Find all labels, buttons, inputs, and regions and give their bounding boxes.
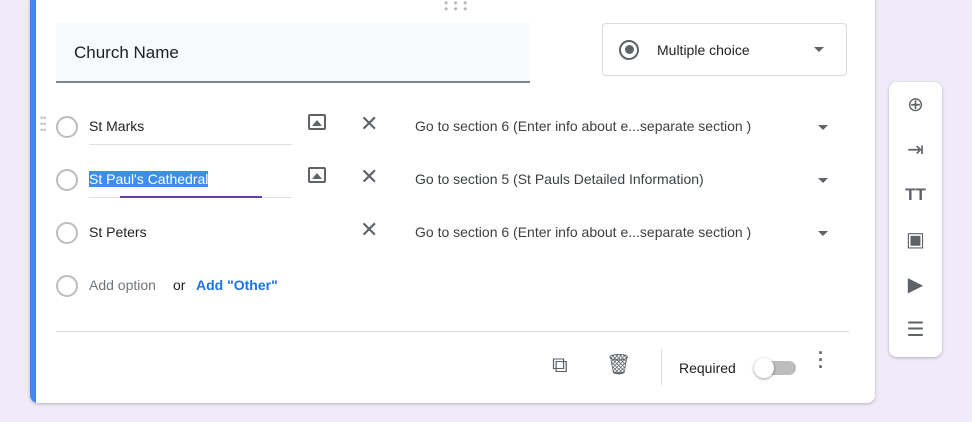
divider — [56, 331, 849, 332]
divider — [661, 349, 662, 385]
close-icon[interactable]: ✕ — [360, 164, 378, 190]
add-option-button[interactable]: Add option — [89, 277, 156, 293]
radio-circle — [56, 222, 78, 244]
add-title-icon[interactable]: TT — [889, 172, 942, 217]
option-row: •• •• •• St Marks ✕ Go to section 6 (Enter… — [30, 107, 875, 147]
trash-icon[interactable]: 🗑 — [606, 352, 631, 377]
chevron-down-icon[interactable] — [818, 178, 828, 183]
add-option-row: Add option or Add "Other" — [30, 266, 875, 306]
divider — [89, 144, 292, 145]
radio-circle — [56, 169, 78, 191]
add-section-icon[interactable]: ☰ — [889, 307, 942, 352]
add-video-icon[interactable]: ▶ — [889, 262, 942, 307]
add-image-icon[interactable]: ▣ — [889, 217, 942, 262]
duplicate-icon[interactable]: ⧉ — [552, 352, 568, 378]
chevron-down-icon[interactable] — [818, 125, 828, 130]
import-questions-icon[interactable]: ⇥ — [889, 127, 942, 172]
required-toggle[interactable] — [754, 358, 796, 378]
or-text: or — [173, 277, 186, 293]
option-row: St Paul's Cathedral ✕ Go to section 5 (S… — [30, 160, 875, 200]
drag-handle-icon[interactable]: • • • • • • — [444, 0, 468, 15]
chevron-down-icon[interactable] — [818, 231, 828, 236]
radio-icon — [619, 39, 639, 60]
image-icon[interactable] — [308, 167, 326, 183]
question-title-input[interactable]: Church Name — [56, 23, 530, 83]
radio-circle — [56, 275, 78, 297]
required-label: Required — [679, 360, 736, 376]
section-select[interactable]: Go to section 6 (Enter info about e...se… — [415, 118, 751, 134]
radio-circle — [56, 116, 78, 138]
section-select[interactable]: Go to section 6 (Enter info about e...se… — [415, 224, 751, 240]
section-select[interactable]: Go to section 5 (St Pauls Detailed Infor… — [415, 171, 704, 187]
option-input[interactable]: St Marks — [89, 118, 144, 134]
option-row: St Peters ✕ Go to section 6 (Enter info … — [30, 213, 875, 253]
close-icon[interactable]: ✕ — [360, 217, 378, 243]
image-icon[interactable] — [308, 114, 326, 130]
close-icon[interactable]: ✕ — [360, 111, 378, 137]
add-other-button[interactable]: Add "Other" — [196, 277, 278, 293]
question-type-label: Multiple choice — [657, 41, 750, 58]
drag-handle-icon[interactable]: •• •• •• — [40, 114, 46, 135]
focus-underline — [120, 196, 262, 198]
question-card: • • • • • • Church Name Multiple choice •… — [30, 0, 875, 403]
option-input[interactable]: St Paul's Cathedral — [89, 171, 209, 187]
add-question-icon[interactable]: ⊕ — [889, 82, 942, 127]
question-type-select[interactable]: Multiple choice — [602, 23, 847, 76]
more-options-icon[interactable]: · · · — [818, 344, 824, 376]
option-input[interactable]: St Peters — [89, 224, 147, 240]
side-toolbar: ⊕ ⇥ TT ▣ ▶ ☰ — [889, 82, 942, 357]
chevron-down-icon — [814, 47, 824, 52]
